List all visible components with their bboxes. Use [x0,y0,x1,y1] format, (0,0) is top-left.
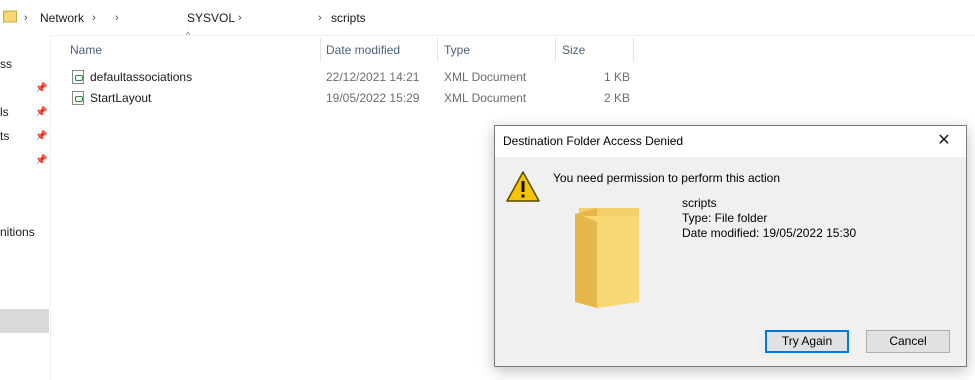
dialog-title-bar[interactable]: Destination Folder Access Denied ✕ [495,126,966,157]
breadcrumb-scripts[interactable]: scripts [331,9,366,27]
breadcrumb-network[interactable]: Network [40,9,84,27]
dialog-message: You need permission to perform this acti… [553,171,781,185]
file-name: defaultassociations [90,70,193,84]
chevron-right-icon[interactable]: › [24,9,28,27]
cancel-button[interactable]: Cancel [866,330,950,353]
chevron-right-icon[interactable]: › [115,9,119,27]
xml-file-icon [72,91,84,105]
nav-item[interactable]: ts [0,129,9,143]
column-divider[interactable] [320,38,321,62]
warning-icon [506,171,540,202]
folder-icon [575,208,639,308]
column-header-size[interactable]: Size [562,40,585,60]
nav-item-selected[interactable] [0,309,49,333]
chevron-right-icon[interactable]: › [318,9,322,27]
nav-item[interactable]: ls [0,105,9,119]
file-type: XML Document [444,91,527,105]
folder-name: scripts [682,196,717,210]
file-size: 1 KB [604,70,631,84]
pin-icon: 📌 [35,83,48,94]
file-date: 19/05/2022 15:29 [326,91,420,105]
sort-ascending-icon: ^ [186,30,191,40]
address-bar[interactable]: › Network › › SYSVOL › › scripts [0,0,975,36]
pin-icon: 📌 [35,131,48,142]
breadcrumb-sysvol[interactable]: SYSVOL [187,9,235,27]
chevron-right-icon[interactable]: › [92,9,96,27]
pin-icon: 📌 [35,107,48,118]
folder-icon [3,10,17,23]
column-header-date-modified[interactable]: Date modified [326,40,400,60]
file-size: 2 KB [604,91,631,105]
file-type: XML Document [444,70,527,84]
access-denied-dialog: Destination Folder Access Denied ✕ You n… [494,125,967,367]
column-divider[interactable] [633,38,634,62]
folder-date-modified: Date modified: 19/05/2022 15:30 [682,226,857,240]
column-divider[interactable] [437,38,438,62]
close-icon[interactable]: ✕ [922,126,966,157]
dialog-title: Destination Folder Access Denied [503,134,684,148]
file-name: StartLayout [90,91,152,105]
try-again-button[interactable]: Try Again [765,330,849,353]
folder-type: Type: File folder [682,211,768,225]
xml-file-icon [72,70,84,84]
navigation-pane[interactable]: ss 📌 ls 📌 ts 📌 📌 nitions [0,35,51,380]
nav-item[interactable]: ss [0,57,12,71]
table-row[interactable]: defaultassociations 22/12/2021 14:21 XML… [70,67,630,87]
table-row[interactable]: StartLayout 19/05/2022 15:29 XML Documen… [70,88,630,108]
nav-item[interactable]: nitions [0,225,35,239]
column-header-type[interactable]: Type [444,40,470,60]
file-date: 22/12/2021 14:21 [326,70,420,84]
column-divider[interactable] [555,38,556,62]
column-header-name[interactable]: Name [70,40,102,60]
pin-icon: 📌 [35,155,48,166]
chevron-right-icon[interactable]: › [238,9,242,27]
